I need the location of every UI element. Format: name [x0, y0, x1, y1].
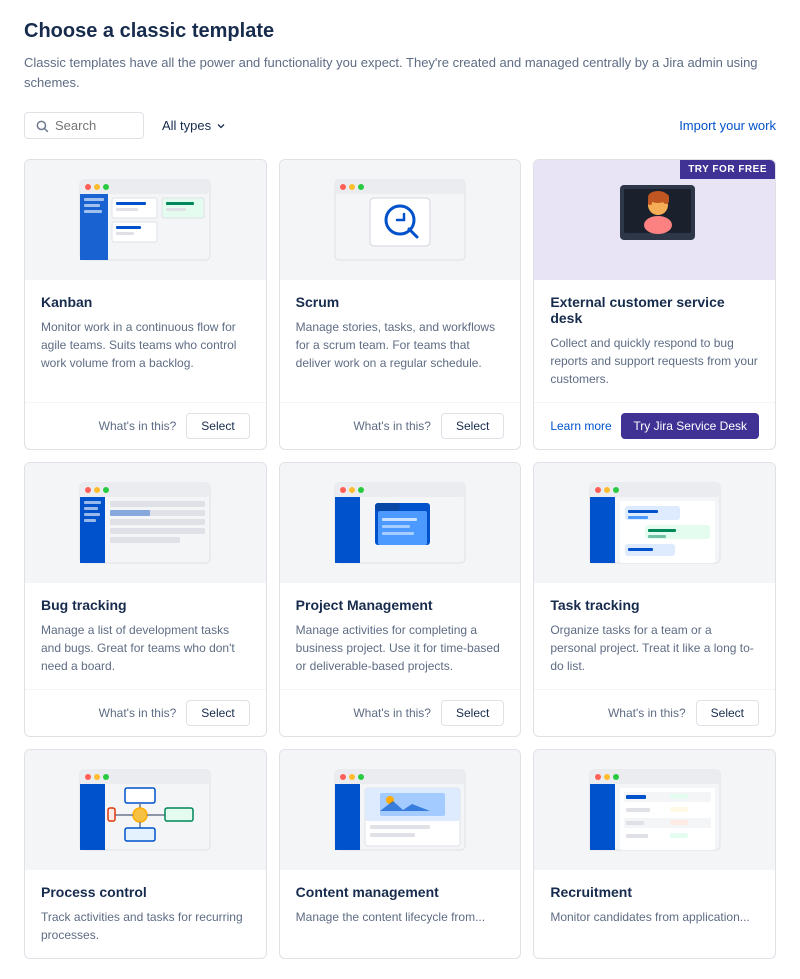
card-recruitment-image: [534, 750, 775, 870]
task-select-button[interactable]: Select: [696, 700, 759, 726]
template-grid: Kanban Monitor work in a continuous flow…: [24, 159, 776, 959]
page-subtitle: Classic templates have all the power and…: [24, 53, 776, 92]
card-external: TRY FOR FREE External customer service d…: [533, 159, 776, 450]
card-recruitment-desc: Monitor candidates from application...: [550, 908, 759, 944]
card-bug-image: [25, 463, 266, 583]
import-work-link[interactable]: Import your work: [679, 118, 776, 133]
card-kanban-title: Kanban: [41, 294, 250, 310]
card-recruitment: Recruitment Monitor candidates from appl…: [533, 749, 776, 959]
card-task-body: Task tracking Organize tasks for a team …: [534, 583, 775, 689]
kanban-whats-this[interactable]: What's in this?: [99, 419, 177, 433]
card-recruitment-title: Recruitment: [550, 884, 759, 900]
filter-label: All types: [162, 118, 211, 133]
card-recruitment-body: Recruitment Monitor candidates from appl…: [534, 870, 775, 958]
search-icon: [35, 119, 49, 133]
card-scrum-title: Scrum: [296, 294, 505, 310]
card-kanban-body: Kanban Monitor work in a continuous flow…: [25, 280, 266, 402]
card-process: Process control Track activities and tas…: [24, 749, 267, 959]
card-external-title: External customer service desk: [550, 294, 759, 326]
card-external-body: External customer service desk Collect a…: [534, 280, 775, 402]
card-task-image: [534, 463, 775, 583]
toolbar: All types Import your work: [24, 112, 776, 139]
search-input[interactable]: [55, 118, 135, 133]
card-pm-body: Project Management Manage activities for…: [280, 583, 521, 689]
external-illustration: [580, 170, 730, 270]
card-kanban-image: [25, 160, 266, 280]
card-process-image: [25, 750, 266, 870]
scrum-illustration: [325, 170, 475, 270]
kanban-select-button[interactable]: Select: [186, 413, 249, 439]
card-scrum-body: Scrum Manage stories, tasks, and workflo…: [280, 280, 521, 402]
card-external-desc: Collect and quickly respond to bug repor…: [550, 334, 759, 388]
card-task: Task tracking Organize tasks for a team …: [533, 462, 776, 737]
card-bug-desc: Manage a list of development tasks and b…: [41, 621, 250, 675]
card-pm: Project Management Manage activities for…: [279, 462, 522, 737]
card-content-desc: Manage the content lifecycle from...: [296, 908, 505, 944]
card-kanban-desc: Monitor work in a continuous flow for ag…: [41, 318, 250, 388]
bug-select-button[interactable]: Select: [186, 700, 249, 726]
card-scrum-image: [280, 160, 521, 280]
card-task-title: Task tracking: [550, 597, 759, 613]
card-kanban-footer: What's in this? Select: [25, 402, 266, 449]
card-content-body: Content management Manage the content li…: [280, 870, 521, 958]
search-box[interactable]: [24, 112, 144, 139]
recruitment-illustration: [580, 760, 730, 860]
try-badge: TRY FOR FREE: [680, 160, 775, 179]
card-scrum-footer: What's in this? Select: [280, 402, 521, 449]
pm-whats-this[interactable]: What's in this?: [353, 706, 431, 720]
chevron-down-icon: [215, 120, 227, 132]
card-task-desc: Organize tasks for a team or a personal …: [550, 621, 759, 675]
pm-select-button[interactable]: Select: [441, 700, 504, 726]
card-external-footer: Learn more Try Jira Service Desk: [534, 402, 775, 449]
card-task-footer: What's in this? Select: [534, 689, 775, 736]
card-pm-image: [280, 463, 521, 583]
card-pm-title: Project Management: [296, 597, 505, 613]
card-bug: Bug tracking Manage a list of developmen…: [24, 462, 267, 737]
task-whats-this[interactable]: What's in this?: [608, 706, 686, 720]
content-illustration: [325, 760, 475, 860]
card-scrum-desc: Manage stories, tasks, and workflows for…: [296, 318, 505, 388]
card-content-image: [280, 750, 521, 870]
card-content-title: Content management: [296, 884, 505, 900]
toolbar-left: All types: [24, 112, 235, 139]
kanban-illustration: [70, 170, 220, 270]
process-illustration: [70, 760, 220, 860]
card-bug-footer: What's in this? Select: [25, 689, 266, 736]
card-process-desc: Track activities and tasks for recurring…: [41, 908, 250, 944]
card-pm-desc: Manage activities for completing a busin…: [296, 621, 505, 675]
card-scrum: Scrum Manage stories, tasks, and workflo…: [279, 159, 522, 450]
card-pm-footer: What's in this? Select: [280, 689, 521, 736]
bug-illustration: [70, 473, 220, 573]
learn-more-link[interactable]: Learn more: [550, 419, 611, 433]
card-process-body: Process control Track activities and tas…: [25, 870, 266, 958]
card-kanban: Kanban Monitor work in a continuous flow…: [24, 159, 267, 450]
card-process-title: Process control: [41, 884, 250, 900]
card-bug-body: Bug tracking Manage a list of developmen…: [25, 583, 266, 689]
task-illustration: [580, 473, 730, 573]
try-jira-button[interactable]: Try Jira Service Desk: [621, 413, 759, 439]
scrum-whats-this[interactable]: What's in this?: [353, 419, 431, 433]
card-external-image: TRY FOR FREE: [534, 160, 775, 280]
pm-illustration: [325, 473, 475, 573]
card-bug-title: Bug tracking: [41, 597, 250, 613]
bug-whats-this[interactable]: What's in this?: [99, 706, 177, 720]
filter-dropdown[interactable]: All types: [154, 113, 235, 138]
scrum-select-button[interactable]: Select: [441, 413, 504, 439]
card-content: Content management Manage the content li…: [279, 749, 522, 959]
page-title: Choose a classic template: [24, 20, 776, 43]
